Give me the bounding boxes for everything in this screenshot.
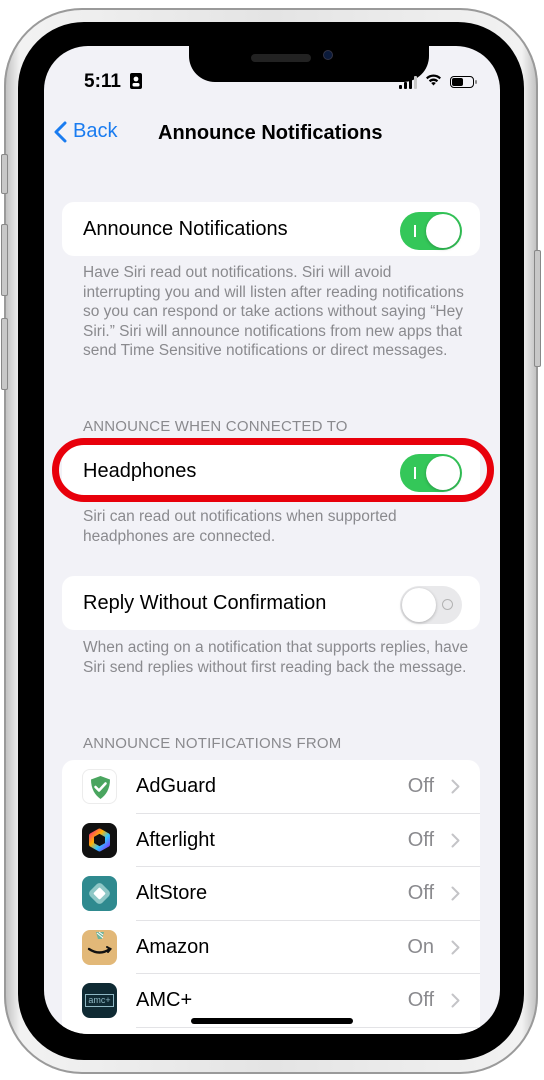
- speaker-grille: [251, 54, 311, 62]
- app-name: AMC+: [136, 989, 193, 1011]
- page-title: Announce Notifications: [158, 122, 383, 144]
- announce-notifications-label: Announce Notifications: [83, 217, 288, 240]
- reply-without-confirmation-toggle[interactable]: [400, 586, 462, 624]
- wifi-icon: [425, 73, 442, 91]
- app-row-afterlight[interactable]: Afterlight Off: [62, 814, 480, 867]
- connected-group: Headphones: [62, 444, 480, 498]
- announce-notifications-group: Announce Notifications: [62, 202, 480, 256]
- chevron-right-icon: [451, 940, 460, 954]
- separator: [136, 1026, 480, 1028]
- app-name: AdGuard: [136, 775, 217, 797]
- navigation-bar: Back Announce Notifications: [44, 116, 500, 152]
- cellular-signal-icon: [399, 75, 417, 89]
- connected-section-header: ANNOUNCE WHEN CONNECTED TO: [83, 418, 348, 435]
- chevron-right-icon: [451, 833, 460, 847]
- amc-icon-text: amc+: [85, 994, 114, 1007]
- volume-down-button: [1, 318, 8, 390]
- adguard-shield-icon: [82, 769, 117, 804]
- reply-without-confirmation-label: Reply Without Confirmation: [83, 591, 327, 614]
- silent-switch: [1, 154, 8, 194]
- app-value: Off: [407, 775, 434, 797]
- announce-notifications-footnote: Have Siri read out notifications. Siri w…: [83, 264, 464, 360]
- reply-group: Reply Without Confirmation: [62, 576, 480, 630]
- front-camera: [323, 50, 333, 60]
- amazon-box-icon: [82, 929, 117, 965]
- status-icons: [399, 73, 477, 91]
- announce-notifications-row: Announce Notifications: [62, 202, 480, 256]
- app-name: Amazon: [136, 935, 210, 958]
- back-label: Back: [73, 120, 118, 142]
- notch: [189, 46, 429, 82]
- toggle-off-mark: [442, 599, 453, 610]
- amc-plus-icon: amc+: [82, 983, 117, 1018]
- announce-notifications-toggle[interactable]: [400, 212, 462, 250]
- app-row-amazon[interactable]: Amazon On: [62, 921, 480, 974]
- chevron-left-icon: [54, 121, 67, 142]
- toggle-knob: [426, 456, 460, 490]
- back-button[interactable]: Back: [54, 120, 117, 143]
- toggle-knob: [402, 588, 436, 622]
- battery-icon: [450, 76, 477, 88]
- volume-up-button: [1, 224, 8, 296]
- app-row-altstore[interactable]: AltStore Off: [62, 867, 480, 921]
- headphones-toggle[interactable]: [400, 454, 462, 492]
- home-indicator[interactable]: [191, 1018, 353, 1024]
- app-value: Off: [407, 882, 434, 904]
- afterlight-aperture-icon: [82, 822, 117, 858]
- chevron-right-icon: [451, 779, 460, 794]
- reply-without-confirmation-row: Reply Without Confirmation: [62, 576, 480, 630]
- toggle-on-mark: [414, 225, 416, 237]
- apps-list: AdGuard Off Afterlight Off AltStore Off: [62, 760, 480, 1034]
- altstore-diamond-icon: [82, 876, 117, 911]
- headphones-footnote: Siri can read out notifications when sup…: [83, 508, 397, 545]
- chevron-right-icon: [451, 993, 460, 1008]
- reply-footnote: When acting on a notification that suppo…: [83, 639, 469, 676]
- headphones-label: Headphones: [83, 459, 197, 482]
- app-name: AltStore: [136, 882, 208, 904]
- power-button: [534, 250, 541, 367]
- status-time: 5:11: [84, 71, 121, 92]
- apps-section-header: ANNOUNCE NOTIFICATIONS FROM: [83, 735, 342, 752]
- toggle-on-mark: [414, 467, 416, 479]
- app-row-adguard[interactable]: AdGuard Off: [62, 760, 480, 814]
- toggle-knob: [426, 214, 460, 248]
- app-name: Afterlight: [136, 828, 215, 851]
- app-value: Off: [407, 989, 434, 1011]
- app-value: On: [407, 935, 434, 958]
- contact-card-icon: [130, 73, 142, 94]
- headphones-row: Headphones: [62, 444, 480, 498]
- screen: 5:11 Back Announce Notifications Announc…: [44, 46, 500, 1034]
- chevron-right-icon: [451, 886, 460, 901]
- app-value: Off: [407, 828, 434, 851]
